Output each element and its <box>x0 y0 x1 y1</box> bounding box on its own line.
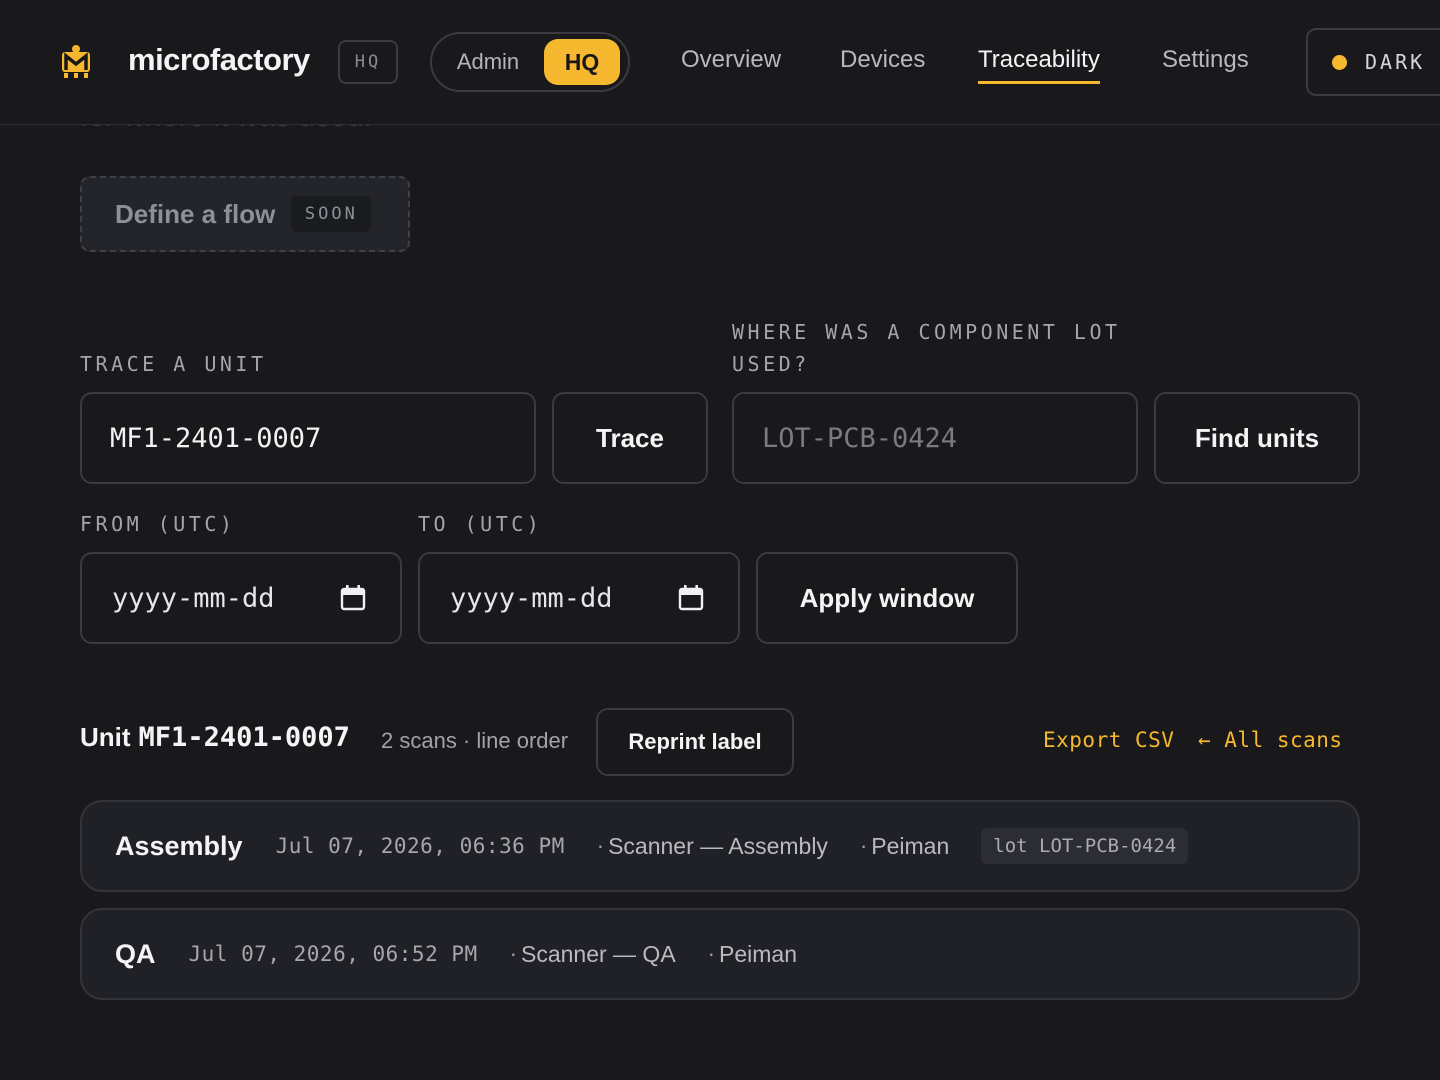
scan-separator: · <box>509 941 517 966</box>
unit-title: Unit MF1-2401-0007 <box>80 722 350 753</box>
define-flow-label: Define a flow <box>115 198 276 229</box>
scan-separator: · <box>859 833 868 858</box>
component-lot-input[interactable] <box>734 394 1136 482</box>
trace-unit-field[interactable] <box>80 392 536 484</box>
theme-label: DARK <box>1365 50 1426 74</box>
microfactory-logo-icon[interactable] <box>60 42 92 80</box>
trace-unit-label: TRACE A UNIT <box>80 352 267 376</box>
component-lot-label-line1: WHERE WAS A COMPONENT LOT <box>732 320 1121 344</box>
unit-scan-meta: 2 scans · line order <box>381 728 569 753</box>
reprint-label-button[interactable]: Reprint label <box>596 708 794 776</box>
theme-toggle-button[interactable]: DARK <box>1306 28 1440 96</box>
define-flow-button[interactable]: Define a flow SOON <box>80 176 410 252</box>
scan-user: Peiman <box>871 832 950 859</box>
from-date-input[interactable]: yyyy-mm-dd <box>80 552 402 644</box>
scan-stage: Assembly <box>115 830 243 861</box>
all-scans-link[interactable]: ← All scans <box>1198 728 1343 752</box>
brand-badge: HQ <box>338 40 398 84</box>
from-date-value: yyyy-mm-dd <box>112 582 275 614</box>
mode-admin-option[interactable]: Admin <box>432 49 544 75</box>
to-date-label: TO (UTC) <box>418 512 543 536</box>
scan-stage: QA <box>115 938 156 969</box>
export-csv-link[interactable]: Export CSV <box>1043 728 1174 752</box>
scan-row: QA Jul 07, 2026, 06:52 PM · Scanner — QA… <box>80 908 1360 1000</box>
scan-time: Jul 07, 2026, 06:36 PM <box>275 834 565 858</box>
trace-unit-input[interactable] <box>82 394 534 482</box>
apply-window-button[interactable]: Apply window <box>756 552 1018 644</box>
from-date-label: FROM (UTC) <box>80 512 236 536</box>
mode-toggle[interactable]: Admin HQ <box>430 32 630 92</box>
scan-separator: · <box>707 941 715 966</box>
unit-id: MF1-2401-0007 <box>138 722 350 753</box>
scan-row: Assembly Jul 07, 2026, 06:36 PM · Scanne… <box>80 800 1360 892</box>
to-date-input[interactable]: yyyy-mm-dd <box>418 552 740 644</box>
scan-lot-badge: lot LOT-PCB-0424 <box>981 828 1189 864</box>
to-date-value: yyyy-mm-dd <box>450 582 613 614</box>
component-lot-field[interactable] <box>732 392 1138 484</box>
nav-settings[interactable]: Settings <box>1162 46 1249 84</box>
component-lot-label: WHERE WAS A COMPONENT LOT USED? <box>732 316 1121 380</box>
scan-time: Jul 07, 2026, 06:52 PM <box>188 942 478 966</box>
nav-traceability[interactable]: Traceability <box>978 46 1100 84</box>
mode-hq-option[interactable]: HQ <box>544 39 620 85</box>
soon-badge: SOON <box>291 196 372 232</box>
top-header: microfactory HQ Admin HQ Overview Device… <box>0 0 1440 125</box>
scan-separator: · <box>596 833 605 858</box>
theme-dot-icon <box>1332 54 1347 70</box>
calendar-icon[interactable] <box>678 585 704 611</box>
brand-name: microfactory <box>128 42 310 77</box>
scan-user: Peiman <box>719 940 797 967</box>
scan-device: Scanner — Assembly <box>608 832 828 859</box>
nav-overview[interactable]: Overview <box>681 46 781 84</box>
component-lot-label-line2: USED? <box>732 352 810 376</box>
unit-title-prefix: Unit <box>80 722 131 752</box>
nav-devices[interactable]: Devices <box>840 46 925 84</box>
scan-device: Scanner — QA <box>520 940 676 967</box>
trace-button[interactable]: Trace <box>552 392 708 484</box>
find-units-button[interactable]: Find units <box>1154 392 1360 484</box>
calendar-icon[interactable] <box>340 585 366 611</box>
